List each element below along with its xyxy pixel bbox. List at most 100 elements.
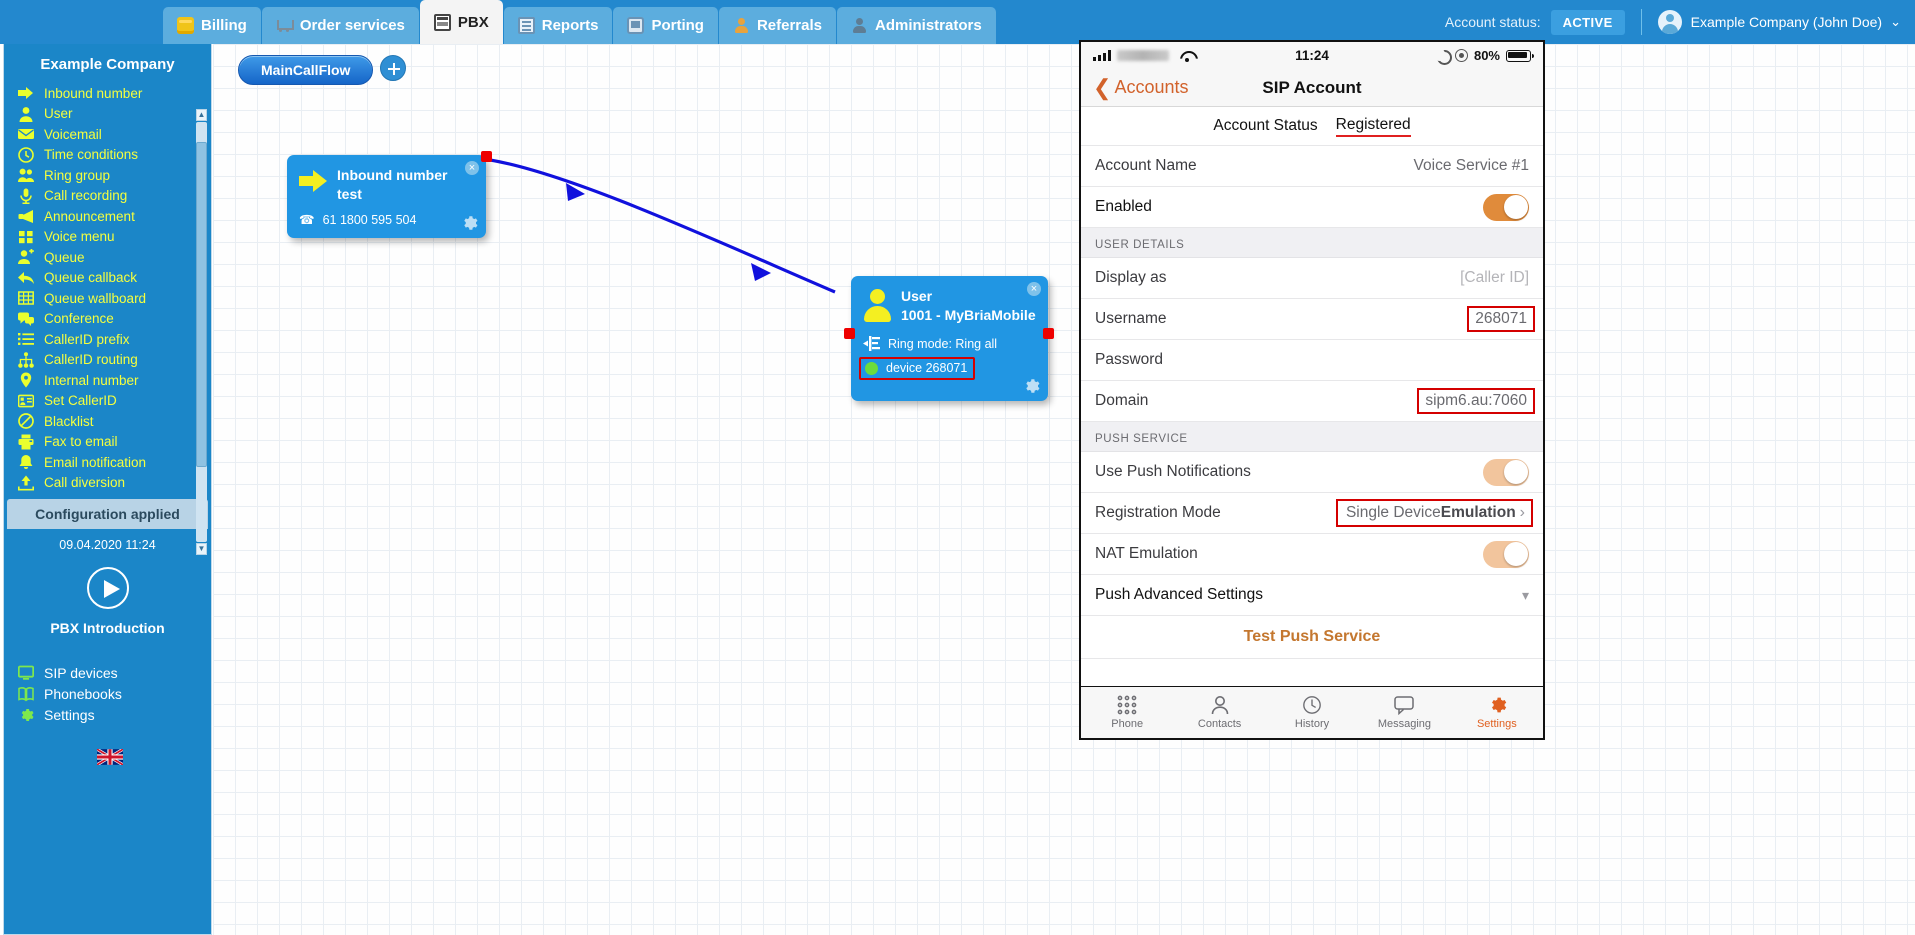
gear-icon <box>1486 695 1508 715</box>
user-plus-icon <box>18 249 34 265</box>
sidebar-item-email-notification[interactable]: Email notification <box>18 452 211 473</box>
row-enabled[interactable]: Enabled <box>1081 187 1543 228</box>
registration-mode-text: Single Device <box>1345 504 1441 521</box>
sidebar-item-queue-wallboard[interactable]: Queue wallboard <box>18 288 211 309</box>
sidebar-item-time-conditions[interactable]: Time conditions <box>18 145 211 166</box>
tab-label: Billing <box>201 17 247 34</box>
toggle-switch[interactable] <box>1483 540 1529 568</box>
arrow-right-icon <box>18 85 34 101</box>
gear-icon[interactable] <box>1022 377 1040 395</box>
do-not-disturb-moon-icon <box>1433 47 1452 65</box>
scrollbar-thumb[interactable] <box>196 142 207 467</box>
sidebar-item-set-callerid[interactable]: Set CallerID <box>18 391 211 412</box>
uk-flag-icon[interactable] <box>97 749 123 765</box>
phone-tab-contacts[interactable]: Contacts <box>1173 687 1265 738</box>
plus-circle-icon[interactable] <box>380 55 406 81</box>
pbx-introduction-label[interactable]: PBX Introduction <box>4 620 211 636</box>
close-icon[interactable]: × <box>1027 282 1041 296</box>
sidebar-item-label: CallerID routing <box>44 352 138 368</box>
monitor-icon <box>18 665 34 681</box>
tab-reports[interactable]: Reports <box>503 7 613 44</box>
sidebar-item-voicemail[interactable]: Voicemail <box>18 124 211 145</box>
porting-icon <box>627 17 645 34</box>
sidebar-item-callerid-routing[interactable]: CallerID routing <box>18 350 211 371</box>
row-push-advanced-settings[interactable]: Push Advanced Settings ▾ <box>1081 575 1543 616</box>
toggle-knob <box>1503 195 1528 219</box>
tab-pbx[interactable]: PBX <box>419 0 503 44</box>
row-label: Domain <box>1095 392 1149 409</box>
divider <box>1640 9 1642 35</box>
upload-arrow-icon <box>18 475 34 491</box>
row-registration-mode[interactable]: Registration Mode Single Device Emulation › <box>1081 493 1543 534</box>
call-flow-canvas[interactable]: MainCallFlow × Inbound number test ☎ 61 … <box>213 44 1915 935</box>
play-icon[interactable] <box>86 567 129 609</box>
sidebar-item-user[interactable]: User <box>18 104 211 125</box>
account-rows: Account Name Voice Service #1 Enabled <box>1081 146 1543 228</box>
phone-tab-history[interactable]: History <box>1266 687 1358 738</box>
node-output-port[interactable] <box>1043 328 1054 339</box>
list-icon <box>18 331 34 347</box>
sidebar-item-ring-group[interactable]: Ring group <box>18 165 211 186</box>
sidebar-item-queue[interactable]: Queue <box>18 247 211 268</box>
sidebar-item-phonebooks[interactable]: Phonebooks <box>18 683 211 704</box>
toggle-switch[interactable] <box>1483 193 1529 221</box>
close-icon[interactable]: × <box>465 161 479 175</box>
row-label: Push Advanced Settings <box>1095 586 1264 603</box>
chevron-down-icon[interactable]: ⌄ <box>1890 14 1901 30</box>
ring-mode-text: Ring mode: Ring all <box>888 336 998 351</box>
sidebar-scrollbar[interactable]: ▲ ▼ <box>196 109 207 555</box>
flow-name-button[interactable]: MainCallFlow <box>238 55 374 85</box>
tab-porting[interactable]: Porting <box>613 7 718 44</box>
tab-billing[interactable]: Billing <box>163 7 261 44</box>
sidebar-item-conference[interactable]: Conference <box>18 309 211 330</box>
keypad-icon <box>1116 695 1138 715</box>
clock-icon <box>18 146 34 163</box>
envelope-icon <box>18 126 34 142</box>
sidebar-item-inbound-number[interactable]: Inbound number <box>18 83 211 104</box>
tab-referrals[interactable]: Referrals <box>718 7 836 44</box>
sidebar-item-call-recording[interactable]: Call recording <box>18 186 211 207</box>
tab-administrators[interactable]: Administrators <box>836 7 996 44</box>
sidebar-item-call-diversion[interactable]: Call diversion <box>18 473 211 494</box>
node-input-port[interactable] <box>844 328 855 339</box>
sitemap-icon <box>18 351 34 368</box>
row-nat-emulation[interactable]: NAT Emulation <box>1081 534 1543 575</box>
registration-mode-value[interactable]: Single Device Emulation › <box>1335 499 1533 527</box>
sidebar-item-queue-callback[interactable]: Queue callback <box>18 268 211 289</box>
sidebar-item-label: Time conditions <box>44 147 139 163</box>
user-menu-label[interactable]: Example Company (John Doe) <box>1691 14 1882 30</box>
sidebar-item-blacklist[interactable]: Blacklist <box>18 411 211 432</box>
inbound-number-node[interactable]: × Inbound number test ☎ 61 1800 595 504 <box>287 151 492 238</box>
chevron-down-icon[interactable]: ▾ <box>1522 587 1529 604</box>
sidebar-item-callerid-prefix[interactable]: CallerID prefix <box>18 329 211 350</box>
cart-icon <box>276 17 294 34</box>
sidebar-bottom-menu: SIP devices Phonebooks Settings <box>4 662 211 725</box>
gear-icon[interactable] <box>460 214 478 232</box>
sidebar-item-sip-devices[interactable]: SIP devices <box>18 662 211 683</box>
tab-order-services[interactable]: Order services <box>261 7 419 44</box>
test-push-service-button[interactable]: Test Push Service <box>1081 616 1543 659</box>
row-label: Use Push Notifications <box>1095 463 1251 480</box>
sidebar-item-settings[interactable]: Settings <box>18 704 211 725</box>
phone-tab-messaging[interactable]: Messaging <box>1358 687 1450 738</box>
row-use-push-notifications[interactable]: Use Push Notifications <box>1081 452 1543 493</box>
sidebar-item-label: Queue wallboard <box>44 290 147 306</box>
sidebar-item-fax-to-email[interactable]: Fax to email <box>18 432 211 453</box>
sidebar-item-label: Queue <box>44 249 85 265</box>
node-output-port[interactable] <box>481 151 492 162</box>
scroll-down-icon[interactable]: ▼ <box>196 543 207 555</box>
sidebar-item-announcement[interactable]: Announcement <box>18 206 211 227</box>
sidebar-item-voice-menu[interactable]: Voice menu <box>18 227 211 248</box>
scroll-up-icon[interactable]: ▲ <box>196 109 207 121</box>
phone-tab-phone[interactable]: Phone <box>1081 687 1173 738</box>
toggle-switch[interactable] <box>1483 458 1529 486</box>
account-status-badge[interactable]: ACTIVE <box>1550 9 1625 35</box>
phone-tab-settings[interactable]: Settings <box>1451 687 1543 738</box>
configuration-applied-button[interactable]: Configuration applied <box>7 499 208 529</box>
tab-label: Administrators <box>874 17 982 34</box>
phone-tab-bar: Phone Contacts History Messaging Settings <box>1081 686 1543 738</box>
user-node[interactable]: × User 1001 - MyBriaMobile Ring mode: Ri… <box>844 276 1054 401</box>
row-account-name: Account Name Voice Service #1 <box>1081 146 1543 187</box>
sidebar-item-internal-number[interactable]: Internal number <box>18 370 211 391</box>
row-value: Voice Service #1 <box>1413 157 1529 174</box>
